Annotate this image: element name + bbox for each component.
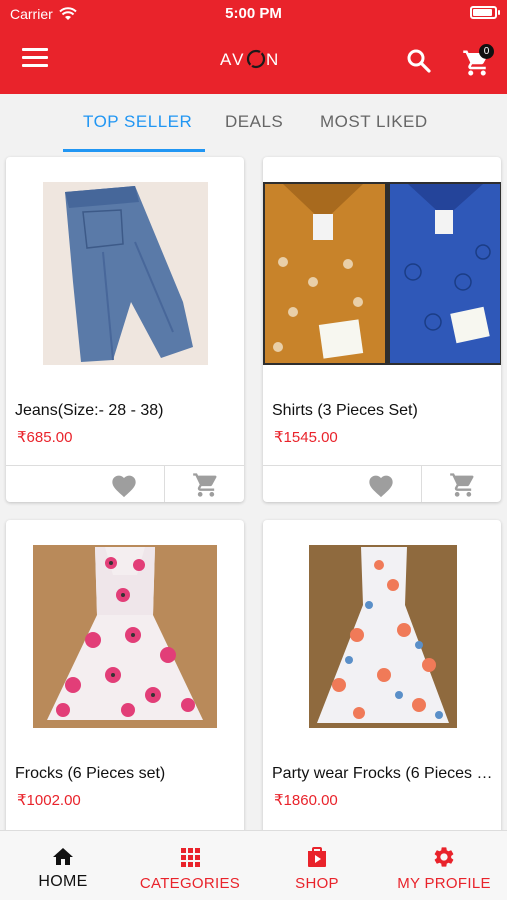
product-card[interactable]: Shirts (3 Pieces Set) ₹1545.00 [263,157,501,502]
add-to-cart-button[interactable] [449,471,477,499]
nav-home-label: HOME [38,873,88,890]
product-card[interactable]: Frocks (6 Pieces set) ₹1002.00 [6,520,244,865]
svg-text:AV: AV [220,50,245,69]
search-icon [407,49,431,73]
favorite-button[interactable] [367,472,395,498]
product-image-jeans [43,182,208,365]
nav-shop-label: SHOP [295,875,339,892]
battery-icon [470,6,500,19]
shop-bag-icon [308,847,326,867]
status-bar: Carrier 5:00 PM [0,0,507,28]
product-price: ₹1002.00 [17,792,81,809]
product-price: ₹1860.00 [274,792,338,809]
tab-top-seller[interactable]: TOP SELLER [83,112,192,132]
cart-icon [193,473,217,497]
bottom-navigation: HOME CATEGORIES SHOP MY PROFILE [0,830,507,900]
product-name: Party wear Frocks (6 Pieces set) [272,765,497,782]
action-divider [164,466,165,502]
nav-categories-label: CATEGORIES [139,875,241,892]
nav-home[interactable]: HOME [0,831,126,900]
nav-categories[interactable]: CATEGORIES [127,831,253,900]
nav-shop[interactable]: SHOP [254,831,380,900]
cart-count-badge: 0 [479,44,494,59]
add-to-cart-button[interactable] [192,471,220,499]
product-name: Shirts (3 Pieces Set) [272,402,418,419]
favorite-button[interactable] [110,472,138,498]
product-actions [6,465,244,502]
product-image-shirts [263,182,501,365]
product-card[interactable]: Party wear Frocks (6 Pieces set) ₹1860.0… [263,520,501,865]
product-price: ₹1545.00 [274,429,338,446]
tab-bar: TOP SELLER DEALS MOST LIKED [0,94,507,152]
home-icon [53,848,73,865]
nav-my-profile-label: MY PROFILE [397,875,491,892]
avon-logo-icon: AV N [220,49,280,69]
action-divider [421,466,422,502]
tab-most-liked[interactable]: MOST LIKED [320,112,428,132]
tab-deals[interactable]: DEALS [225,112,283,132]
product-image-party-frocks [309,545,457,728]
product-price: ₹685.00 [17,429,73,446]
search-button[interactable] [405,47,433,75]
grid-icon [181,848,200,867]
product-name: Frocks (6 Pieces set) [15,765,166,782]
active-tab-indicator [63,149,205,152]
cart-button[interactable]: 0 [462,44,496,78]
heart-icon [369,475,393,498]
top-bar: Carrier 5:00 PM AV N 0 [0,0,507,94]
product-image-frocks [33,545,217,728]
gear-icon [434,847,454,867]
heart-icon [112,475,136,498]
svg-text:N: N [266,50,280,69]
app-bar: AV N 0 [0,28,507,94]
nav-my-profile[interactable]: MY PROFILE [381,831,507,900]
cart-icon [450,473,474,497]
product-name: Jeans(Size:- 28 - 38) [15,402,164,419]
status-time: 5:00 PM [225,5,282,22]
product-actions [263,465,501,502]
product-card[interactable]: Jeans(Size:- 28 - 38) ₹685.00 [6,157,244,502]
